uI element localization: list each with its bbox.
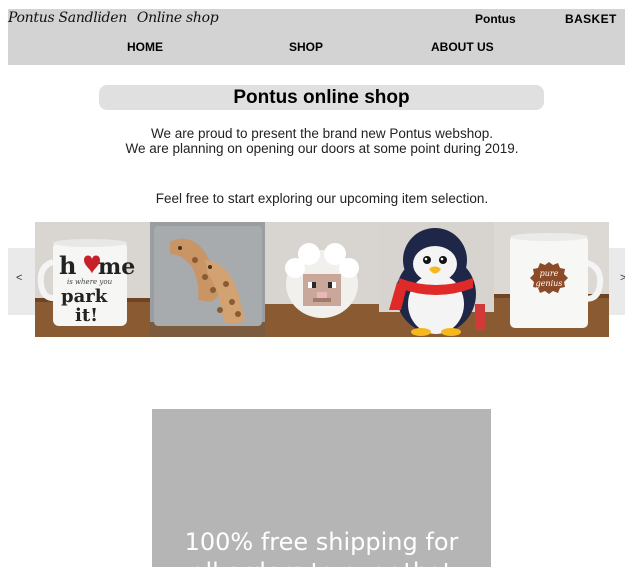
- mug-genius-text: genius: [536, 279, 563, 288]
- nav-home[interactable]: HOME: [127, 40, 163, 54]
- promo-line-2: all orders to over that: [191, 558, 452, 567]
- nav-shop[interactable]: SHOP: [289, 40, 323, 54]
- carousel-next-button[interactable]: >: [620, 272, 625, 284]
- genius-mug-image: pure genius: [494, 222, 609, 337]
- home-mug-image: h me is where you park it!: [35, 222, 150, 337]
- promo-line-1: 100% free shipping for: [184, 528, 459, 556]
- page-title: Pontus online shop: [99, 85, 544, 110]
- carousel-slide-home-mug[interactable]: h me is where you park it!: [35, 222, 150, 337]
- site-logo[interactable]: Pontus Sandliden Online shop: [8, 10, 219, 26]
- promo-text: 100% free shipping for all orders to ove…: [152, 527, 491, 567]
- logo-tagline: Online shop: [136, 10, 219, 26]
- giraffe-pillow-image: [149, 222, 265, 337]
- intro-text: We are proud to present the brand new Po…: [122, 126, 522, 156]
- mug-word-me: me: [98, 254, 135, 280]
- carousel-slide-giraffe-pillow[interactable]: [149, 222, 265, 337]
- carousel-slides: h me is where you park it! pure genius: [35, 222, 609, 337]
- user-account-link[interactable]: Pontus: [475, 12, 516, 26]
- sheep-plush-image: [264, 222, 380, 337]
- mug-small-text: is where you: [67, 278, 113, 286]
- penguin-plush-image: [379, 222, 495, 337]
- basket-link[interactable]: BASKET: [565, 12, 617, 26]
- explore-text: Feel free to start exploring our upcomin…: [155, 191, 489, 206]
- mug-word-park: park: [61, 286, 108, 307]
- carousel-prev-strip[interactable]: [8, 248, 38, 315]
- nav-about-us[interactable]: ABOUT US: [431, 40, 494, 54]
- carousel-slide-sheep-plush[interactable]: [264, 222, 380, 337]
- intro-line-1: We are proud to present the brand new Po…: [151, 126, 493, 141]
- mug-pure-text: pure: [540, 269, 559, 278]
- product-carousel: < > h me is where you park it! pure geni…: [8, 222, 625, 337]
- carousel-prev-button[interactable]: <: [16, 272, 22, 284]
- intro-line-2: We are planning on opening our doors at …: [125, 141, 519, 156]
- mug-word-h: h: [59, 251, 76, 280]
- mug-word-it: it!: [75, 305, 98, 326]
- logo-name: Pontus Sandliden: [8, 10, 127, 26]
- carousel-slide-genius-mug[interactable]: pure genius: [494, 222, 609, 337]
- promo-banner: 100% free shipping for all orders to ove…: [152, 409, 491, 567]
- site-header: Pontus Sandliden Online shop Pontus BASKE…: [8, 9, 625, 65]
- carousel-slide-penguin-plush[interactable]: [379, 222, 495, 337]
